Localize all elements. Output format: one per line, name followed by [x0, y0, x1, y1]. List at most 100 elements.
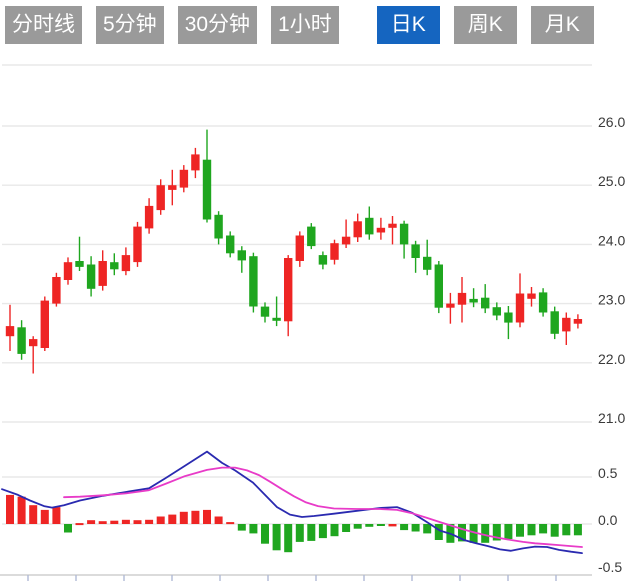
candle-body — [318, 255, 328, 265]
candle-body — [202, 159, 212, 220]
candle-body — [226, 235, 235, 254]
candle-body — [121, 255, 131, 272]
macd-histogram-bar — [64, 524, 72, 533]
candle-body — [353, 221, 362, 238]
macd-histogram-bar — [133, 520, 142, 524]
candle-body — [284, 258, 293, 322]
candle-body — [144, 205, 154, 229]
candle-body — [388, 223, 397, 228]
candle-body — [260, 306, 270, 317]
candle-body — [399, 223, 409, 245]
price-axis-label: 22.0 — [598, 351, 625, 367]
kline-chart[interactable]: 26.0 25.0 24.0 23.0 22.0 21.0 0.5 0.0 -0.5 — [0, 0, 634, 582]
candle-body — [562, 317, 571, 332]
candle-body — [110, 262, 119, 270]
candle-body — [295, 235, 304, 261]
macd-histogram-bar — [52, 507, 61, 524]
macd-histogram-bar — [272, 524, 281, 551]
macd-histogram-bar — [98, 521, 107, 524]
candle-body — [365, 217, 374, 235]
macd-histogram-bar — [75, 523, 84, 526]
price-axis-label: 21.0 — [598, 410, 625, 426]
macd-histogram-bar — [203, 509, 211, 524]
price-axis-label: 24.0 — [598, 232, 625, 248]
candle-body — [249, 256, 258, 307]
kline-chart-canvas[interactable]: 26.0 25.0 24.0 23.0 22.0 21.0 0.5 0.0 -0.5 — [0, 0, 634, 582]
macd-histogram-bar — [17, 496, 26, 524]
macd-histogram-bar — [237, 524, 246, 531]
tab-30min[interactable]: 30分钟 — [177, 6, 258, 44]
candle-body — [423, 256, 432, 270]
macd-histogram-bar — [121, 519, 130, 524]
candle-body — [376, 227, 386, 233]
macd-histogram-bar — [261, 524, 269, 544]
candle-body — [191, 154, 200, 171]
macd-histogram-bar — [307, 524, 316, 541]
macd-histogram-bar — [342, 524, 351, 532]
macd-histogram-bar — [400, 524, 409, 531]
macd-axis-label: 0.5 — [598, 465, 618, 481]
candle-body — [341, 236, 351, 245]
macd-histogram-bar — [226, 522, 235, 525]
candle-body — [52, 277, 61, 304]
candle-body — [330, 243, 339, 260]
macd-histogram-bar — [284, 524, 293, 553]
macd-axis-label: 0.0 — [598, 512, 618, 528]
candle-body — [457, 292, 467, 305]
price-axis-label: 23.0 — [598, 292, 625, 308]
macd-histogram-bar — [504, 524, 513, 539]
candle-body — [550, 311, 559, 334]
candle-body — [156, 185, 165, 211]
macd-histogram-bar — [110, 520, 119, 524]
candle-body — [168, 185, 177, 190]
macd-histogram-bar — [156, 516, 165, 524]
macd-histogram-bar — [376, 524, 385, 526]
candle-body — [214, 214, 223, 239]
tab-5min[interactable]: 5分钟 — [96, 6, 164, 44]
macd-histogram-bar — [365, 524, 374, 527]
tab-timeshare[interactable]: 分时线 — [5, 6, 82, 44]
candle-body — [527, 293, 536, 299]
candle-body — [504, 312, 513, 323]
macd-histogram-bar — [295, 524, 304, 542]
macd-histogram-bar — [516, 524, 524, 537]
candle-body — [307, 226, 316, 247]
macd-histogram-bar — [539, 524, 548, 534]
candle-body — [75, 261, 84, 267]
macd-histogram-bar — [481, 524, 490, 543]
macd-histogram-bar — [29, 505, 38, 524]
candle-body — [133, 226, 142, 263]
macd-histogram-bar — [214, 516, 223, 524]
macd-histogram-bar — [179, 511, 188, 524]
macd-histogram-bar — [145, 519, 154, 524]
price-axis-label: 26.0 — [598, 114, 625, 130]
candle-body — [17, 327, 26, 354]
macd-histogram-bar — [353, 524, 362, 529]
macd-histogram-bar — [330, 524, 339, 537]
tab-daily-k[interactable]: 日K — [376, 6, 440, 44]
macd-histogram-bar — [168, 514, 177, 524]
candle-body — [29, 339, 38, 347]
candle-body — [515, 293, 525, 323]
tab-monthly-k[interactable]: 月K — [530, 6, 594, 44]
candle-body — [237, 250, 246, 261]
macd-histogram-bar — [562, 524, 571, 536]
tab-weekly-k[interactable]: 周K — [453, 6, 517, 44]
macd-histogram-bar — [573, 524, 582, 536]
period-tabbar: 分时线 5分钟 30分钟 1小时 日K 周K 月K — [5, 6, 594, 44]
candle-body — [469, 298, 478, 303]
macd-histogram-bar — [87, 520, 96, 524]
candle-body — [272, 317, 281, 321]
macd-histogram-bar — [249, 524, 258, 534]
candle-body — [411, 244, 420, 258]
macd-axis-label: -0.5 — [598, 559, 622, 575]
macd-histogram-bar — [388, 524, 397, 527]
macd-histogram-bar — [411, 524, 420, 532]
candle-body — [179, 169, 189, 188]
candle-body — [434, 264, 443, 308]
candle-body — [40, 300, 49, 348]
macd-histogram-bar — [423, 524, 432, 534]
macd-histogram-bar — [318, 524, 327, 539]
macd-histogram-bar — [40, 509, 49, 524]
tab-1hour[interactable]: 1小时 — [271, 6, 339, 44]
